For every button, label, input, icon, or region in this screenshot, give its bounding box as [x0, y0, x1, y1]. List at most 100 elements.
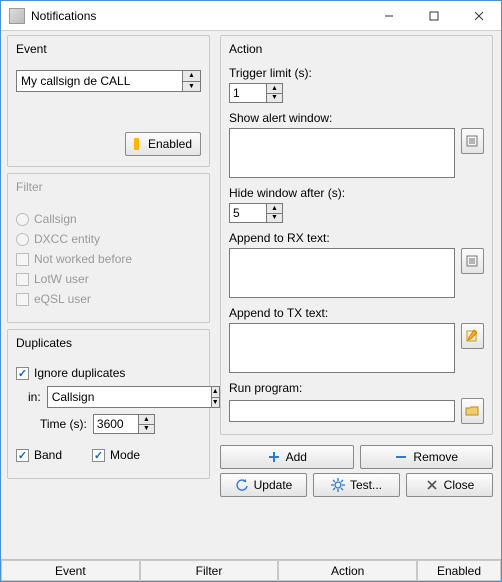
button-row-1: Add Remove	[220, 445, 493, 469]
run-program-label: Run program:	[229, 381, 484, 395]
titlebar: Notifications	[1, 1, 501, 31]
dup-mode-check[interactable]	[92, 449, 105, 462]
dup-mode-label: Mode	[110, 448, 140, 462]
dup-in-select[interactable]: ▲▼	[47, 386, 157, 408]
close-icon	[472, 9, 486, 23]
trigger-limit-stepper[interactable]: ▲▼	[267, 83, 283, 103]
status-col-event: Event	[1, 560, 140, 581]
append-rx-text[interactable]	[229, 248, 455, 298]
event-select[interactable]: ▲▼	[16, 70, 201, 92]
x-icon	[425, 478, 439, 492]
hide-after-value[interactable]	[229, 203, 267, 223]
maximize-icon	[427, 9, 441, 23]
status-col-action: Action	[278, 560, 417, 581]
maximize-button[interactable]	[411, 1, 456, 30]
show-alert-label: Show alert window:	[229, 111, 484, 125]
append-tx-label: Append to TX text:	[229, 306, 484, 320]
filter-callsign-label: Callsign	[34, 212, 77, 226]
filter-dxcc-row: DXCC entity	[16, 232, 201, 246]
show-alert-defaults-button[interactable]	[461, 128, 484, 154]
enabled-toggle[interactable]: Enabled	[125, 132, 201, 156]
trigger-limit-input[interactable]: ▲▼	[229, 83, 484, 103]
filter-nwb-check	[16, 253, 29, 266]
append-tx-edit-button[interactable]	[461, 323, 484, 349]
filter-nwb-label: Not worked before	[34, 252, 132, 266]
dup-band-row[interactable]: Band	[16, 448, 62, 462]
trigger-limit-label: Trigger limit (s):	[229, 66, 484, 80]
dup-band-label: Band	[34, 448, 62, 462]
filter-callsign-row: Callsign	[16, 212, 201, 226]
hide-after-stepper[interactable]: ▲▼	[267, 203, 283, 223]
filter-eqsl-check	[16, 293, 29, 306]
test-button-label: Test...	[350, 478, 382, 492]
ignore-duplicates-row[interactable]: Ignore duplicates	[16, 366, 201, 380]
action-group: Action Trigger limit (s): ▲▼ Show alert …	[220, 35, 493, 435]
dup-time-input[interactable]: ▲▼	[93, 414, 155, 434]
filter-callsign-radio	[16, 213, 29, 226]
minimize-button[interactable]	[366, 1, 411, 30]
plus-icon	[267, 450, 281, 464]
event-group-label: Event	[14, 42, 49, 56]
list-icon	[465, 134, 479, 148]
remove-button[interactable]: Remove	[360, 445, 494, 469]
duplicates-group-label: Duplicates	[14, 336, 74, 350]
minimize-icon	[382, 9, 396, 23]
filter-group-label: Filter	[14, 180, 45, 194]
filter-dxcc-radio	[16, 233, 29, 246]
remove-button-label: Remove	[413, 450, 458, 464]
event-select-value[interactable]	[16, 70, 183, 92]
filter-group: Filter Callsign DXCC entity Not worked b…	[7, 173, 210, 323]
window-title: Notifications	[31, 9, 366, 23]
action-group-label: Action	[227, 42, 264, 56]
close-window-button[interactable]	[456, 1, 501, 30]
edit-icon	[465, 329, 479, 343]
dup-time-value[interactable]	[93, 414, 139, 434]
test-button[interactable]: Test...	[313, 473, 400, 497]
refresh-icon	[235, 478, 249, 492]
event-select-stepper[interactable]: ▲▼	[183, 70, 201, 92]
notifications-window: Notifications Event ▲▼ Enabled	[0, 0, 502, 582]
hide-after-label: Hide window after (s):	[229, 186, 484, 200]
filter-lotw-label: LotW user	[34, 272, 89, 286]
status-col-enabled: Enabled	[417, 560, 501, 581]
close-button-label: Close	[444, 478, 475, 492]
button-row-2: Update Test... Close	[220, 473, 493, 497]
filter-nwb-row: Not worked before	[16, 252, 201, 266]
list-icon	[465, 254, 479, 268]
dup-band-check[interactable]	[16, 449, 29, 462]
show-alert-text[interactable]	[229, 128, 455, 178]
trigger-limit-value[interactable]	[229, 83, 267, 103]
status-col-filter: Filter	[140, 560, 279, 581]
run-program-input[interactable]	[229, 400, 455, 422]
run-program-browse-button[interactable]	[461, 398, 484, 424]
filter-dxcc-label: DXCC entity	[34, 232, 100, 246]
dup-in-label: in:	[28, 390, 41, 404]
filter-eqsl-label: eQSL user	[34, 292, 91, 306]
enabled-toggle-label: Enabled	[148, 137, 192, 151]
status-bar: Event Filter Action Enabled	[1, 559, 501, 581]
ignore-duplicates-label: Ignore duplicates	[34, 366, 125, 380]
dup-time-label: Time (s):	[40, 417, 87, 431]
update-button-label: Update	[254, 478, 293, 492]
update-button[interactable]: Update	[220, 473, 307, 497]
minus-icon	[394, 450, 408, 464]
duplicates-group: Duplicates Ignore duplicates in: ▲▼ Time…	[7, 329, 210, 479]
add-button-label: Add	[286, 450, 307, 464]
gear-icon	[331, 478, 345, 492]
append-rx-label: Append to RX text:	[229, 231, 484, 245]
close-button[interactable]: Close	[406, 473, 493, 497]
folder-icon	[465, 404, 479, 418]
app-icon	[9, 8, 25, 24]
add-button[interactable]: Add	[220, 445, 354, 469]
dup-time-stepper[interactable]: ▲▼	[139, 414, 155, 434]
filter-lotw-row: LotW user	[16, 272, 201, 286]
append-tx-text[interactable]	[229, 323, 455, 373]
ignore-duplicates-check[interactable]	[16, 367, 29, 380]
filter-lotw-check	[16, 273, 29, 286]
filter-eqsl-row: eQSL user	[16, 292, 201, 306]
event-group: Event ▲▼ Enabled	[7, 35, 210, 167]
append-rx-defaults-button[interactable]	[461, 248, 484, 274]
dup-mode-row[interactable]: Mode	[92, 448, 140, 462]
dup-in-value[interactable]	[47, 386, 212, 408]
hide-after-input[interactable]: ▲▼	[229, 203, 484, 223]
